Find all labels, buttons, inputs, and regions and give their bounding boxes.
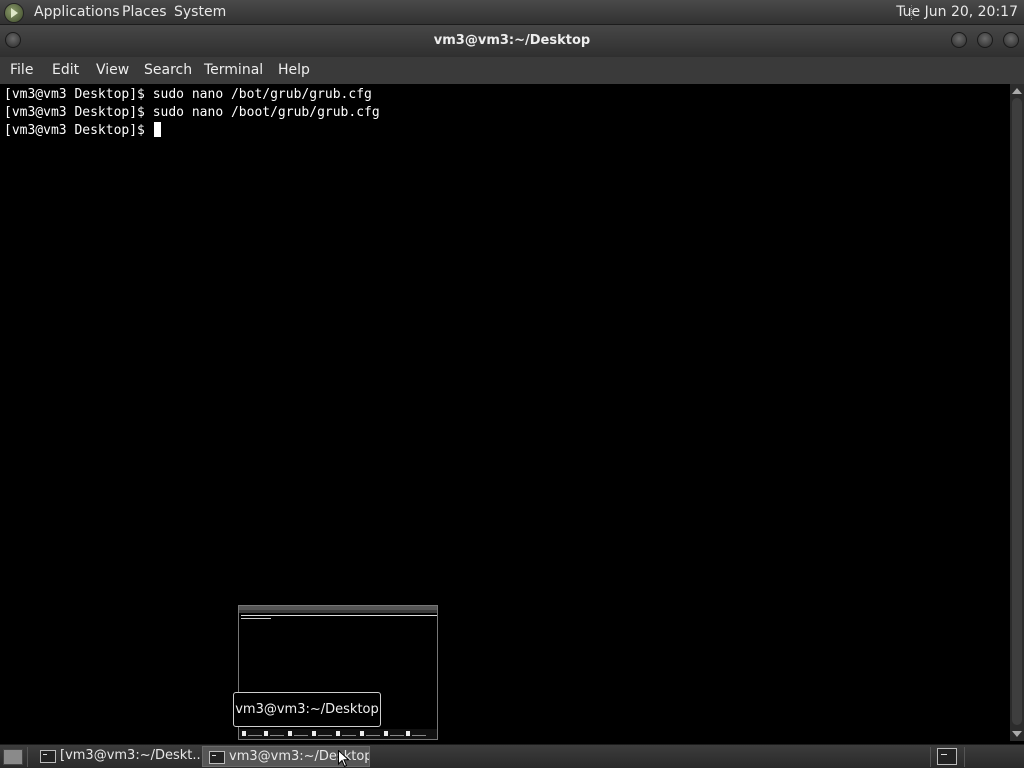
panel-separator (930, 747, 931, 767)
minimize-button[interactable] (951, 32, 967, 48)
preview-key (242, 731, 246, 736)
terminal-line: [vm3@vm3 Desktop]$ sudo nano /boot/grub/… (4, 105, 380, 120)
terminal-prompt-line: [vm3@vm3 Desktop]$ (4, 122, 1010, 140)
preview-key (312, 731, 316, 736)
terminal-icon (40, 750, 56, 763)
mouse-pointer-icon (338, 750, 350, 768)
top-panel: Applications Places System Tue Jun 20, 2… (0, 0, 1024, 25)
terminal-prompt: [vm3@vm3 Desktop]$ (4, 123, 153, 138)
preview-line (241, 615, 437, 616)
terminal-icon (209, 751, 225, 764)
menu-edit[interactable]: Edit (52, 62, 79, 78)
terminal-line: [vm3@vm3 Desktop]$ sudo nano /bot/grub/g… (4, 87, 372, 102)
terminal-icon[interactable] (937, 748, 957, 765)
bottom-panel: [vm3@vm3:~/Deskt... vm3@vm3:~/Desktop (0, 744, 1024, 768)
preview-key (264, 731, 268, 736)
preview-key (360, 731, 364, 736)
preview-keytext (270, 735, 284, 736)
menu-view[interactable]: View (96, 62, 129, 78)
preview-line (241, 618, 271, 619)
preview-key (384, 731, 388, 736)
taskbar-button[interactable]: [vm3@vm3:~/Deskt... (34, 746, 200, 767)
terminal-scrollbar[interactable] (1010, 84, 1024, 741)
preview-keytext (318, 735, 332, 736)
preview-keytext (390, 735, 404, 736)
menu-help[interactable]: Help (278, 62, 310, 78)
menu-file[interactable]: File (10, 62, 33, 78)
menu-applications[interactable]: Applications (34, 4, 120, 20)
terminal-area[interactable]: [vm3@vm3 Desktop]$ sudo nano /bot/grub/g… (0, 84, 1010, 741)
preview-menubar (239, 610, 437, 613)
window-titlebar[interactable]: vm3@vm3:~/Desktop (0, 25, 1024, 57)
panel-separator (964, 747, 965, 767)
preview-footer (239, 729, 437, 739)
applications-menu-icon[interactable] (4, 3, 24, 23)
scroll-thumb[interactable] (1012, 98, 1022, 725)
menu-search[interactable]: Search (144, 62, 192, 78)
preview-keytext (412, 735, 426, 736)
show-desktop-icon[interactable] (3, 749, 23, 765)
preview-key (406, 731, 410, 736)
scroll-up-icon[interactable] (1012, 88, 1022, 94)
scroll-down-icon[interactable] (1012, 731, 1022, 737)
close-button[interactable] (1003, 32, 1019, 48)
preview-keytext (294, 735, 308, 736)
preview-key (288, 731, 292, 736)
text-cursor (153, 122, 161, 137)
preview-keytext (248, 735, 262, 736)
menu-terminal[interactable]: Terminal (204, 62, 263, 78)
taskbar-button-label: [vm3@vm3:~/Deskt... (60, 748, 200, 763)
panel-separator (27, 747, 28, 767)
preview-keytext (342, 735, 356, 736)
preview-keytext (366, 735, 380, 736)
menu-places[interactable]: Places (122, 4, 167, 20)
menu-system[interactable]: System (174, 4, 226, 20)
maximize-button[interactable] (977, 32, 993, 48)
clock[interactable]: Tue Jun 20, 20:17 (896, 4, 1018, 20)
preview-key (336, 731, 340, 736)
taskbar-tooltip: vm3@vm3:~/Desktop (233, 692, 381, 727)
window-title: vm3@vm3:~/Desktop (433, 33, 591, 48)
menubar: File Edit View Search Terminal Help (0, 57, 1024, 84)
